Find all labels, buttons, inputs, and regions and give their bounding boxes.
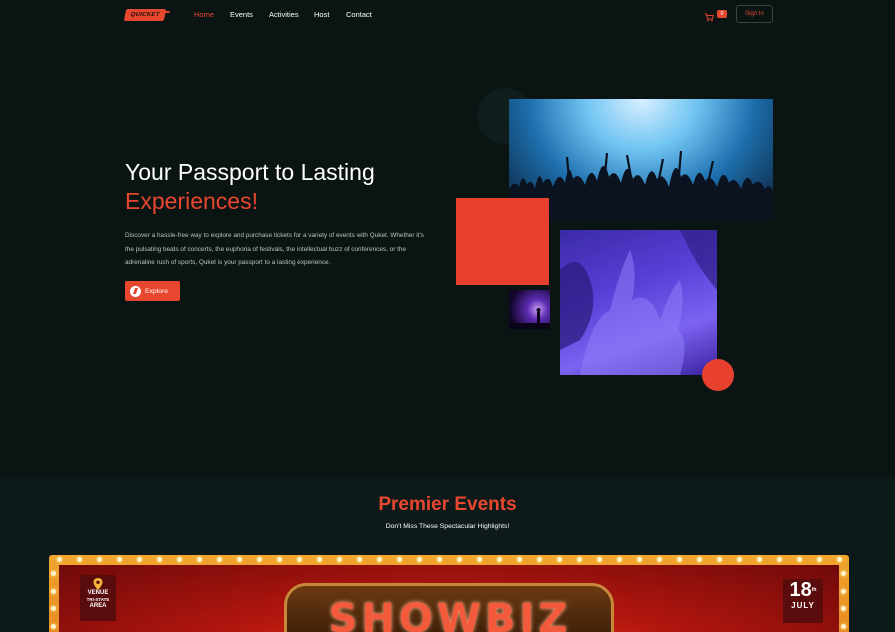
- top-navbar: QUICKET Home Events Activities Host Cont…: [0, 0, 895, 30]
- hero-title: Your Passport to Lasting Experiences!: [125, 158, 375, 216]
- marquee-bulb: [596, 557, 602, 562]
- marquee-bulb: [716, 557, 722, 562]
- marquee-bulb: [156, 557, 162, 562]
- hands-silhouette: [560, 230, 717, 375]
- explore-label: Explore: [145, 287, 169, 295]
- marquee-bulb: [841, 588, 846, 594]
- purple-concert-image: [560, 230, 717, 375]
- marquee-title: SHOWBIZ: [328, 596, 572, 632]
- marquee-bulb: [756, 557, 762, 562]
- marquee-bulb: [616, 557, 622, 562]
- event-date-month: JULY: [791, 601, 815, 610]
- venue-badge: VENUE TRI-STATE AREA: [80, 575, 116, 621]
- marquee-bulb: [336, 557, 342, 562]
- decorative-red-circle: [702, 359, 734, 391]
- marquee-bulb: [276, 557, 282, 562]
- hero-title-line2: Experiences!: [125, 188, 258, 214]
- marquee-bulb: [96, 557, 102, 562]
- quicket-logo[interactable]: QUICKET: [123, 9, 170, 21]
- marquee-bulb: [696, 557, 702, 562]
- decorative-red-square: [456, 198, 549, 285]
- marquee-bulb: [51, 571, 56, 577]
- marquee-bulb: [496, 557, 502, 562]
- nav-link-contact[interactable]: Contact: [346, 10, 372, 19]
- cart-count-badge: 0: [717, 10, 727, 18]
- event-date-badge: 18th JULY: [783, 579, 823, 623]
- marquee-bulb: [51, 588, 56, 594]
- marquee-bulb: [416, 557, 422, 562]
- marquee-bulb: [376, 557, 382, 562]
- marquee-bulb: [396, 557, 402, 562]
- logo-stripe: [163, 11, 170, 13]
- events-title: Premier Events: [378, 494, 517, 515]
- marquee-bulb: [196, 557, 202, 562]
- performer-silhouette: [509, 308, 550, 329]
- marquee-bulb: [216, 557, 222, 562]
- marquee-bulb: [51, 606, 56, 612]
- marquee-bulb: [356, 557, 362, 562]
- marquee-bulb: [51, 623, 56, 629]
- marquee-bulb: [796, 557, 802, 562]
- ticket-icon: [130, 285, 141, 297]
- location-pin-icon: [93, 578, 103, 590]
- marquee-bulb: [556, 557, 562, 562]
- marquee-bulb: [236, 557, 242, 562]
- events-subtitle: Don't Miss These Spectacular Highlights!: [385, 523, 510, 530]
- event-date-suffix: th: [811, 587, 817, 593]
- marquee-bulbs-right: [841, 565, 847, 632]
- marquee-bulb: [776, 557, 782, 562]
- event-date-day: 18: [789, 579, 812, 601]
- nav-link-home[interactable]: Home: [194, 10, 214, 19]
- marquee-bulb: [56, 557, 62, 562]
- marquee-bulb: [836, 557, 842, 562]
- marquee-bulb: [176, 557, 182, 562]
- marquee-bulb: [136, 557, 142, 562]
- marquee-bulb: [841, 606, 846, 612]
- marquee-bulbs-left: [51, 565, 57, 632]
- marquee-bulb: [676, 557, 682, 562]
- logo-text: QUICKET: [129, 12, 161, 18]
- signin-button[interactable]: Sign In: [736, 5, 773, 23]
- marquee-bulb: [536, 557, 542, 562]
- marquee-bulb: [636, 557, 642, 562]
- hero-description: Discover a hassle-free way to explore an…: [125, 232, 424, 266]
- nav-link-host[interactable]: Host: [314, 10, 329, 19]
- nav-link-events[interactable]: Events: [230, 10, 253, 19]
- cart-icon[interactable]: [704, 9, 714, 22]
- explore-button[interactable]: Explore: [125, 281, 180, 301]
- marquee-bulb: [316, 557, 322, 562]
- nav-link-activities[interactable]: Activities: [269, 10, 299, 19]
- marquee-bulb: [816, 557, 822, 562]
- marquee-bulb: [296, 557, 302, 562]
- marquee-bulb: [456, 557, 462, 562]
- venue-area-line2: AREA: [89, 603, 107, 609]
- venue-label: VENUE: [87, 590, 109, 596]
- marquee-bulb: [656, 557, 662, 562]
- marquee-bulb: [256, 557, 262, 562]
- stage-performer-image: [509, 290, 550, 329]
- marquee-bulb: [736, 557, 742, 562]
- marquee-bulb: [476, 557, 482, 562]
- hero-title-line1: Your Passport to Lasting: [125, 159, 375, 185]
- marquee-bulb: [576, 557, 582, 562]
- marquee-bulbs-top: [49, 557, 849, 563]
- marquee-bulb: [116, 557, 122, 562]
- marquee-bulb: [76, 557, 82, 562]
- marquee-bulb: [841, 571, 846, 577]
- marquee-bulb: [841, 623, 846, 629]
- marquee-bulb: [516, 557, 522, 562]
- event-date-day-wrap: 18th: [790, 579, 817, 601]
- marquee-bulb: [436, 557, 442, 562]
